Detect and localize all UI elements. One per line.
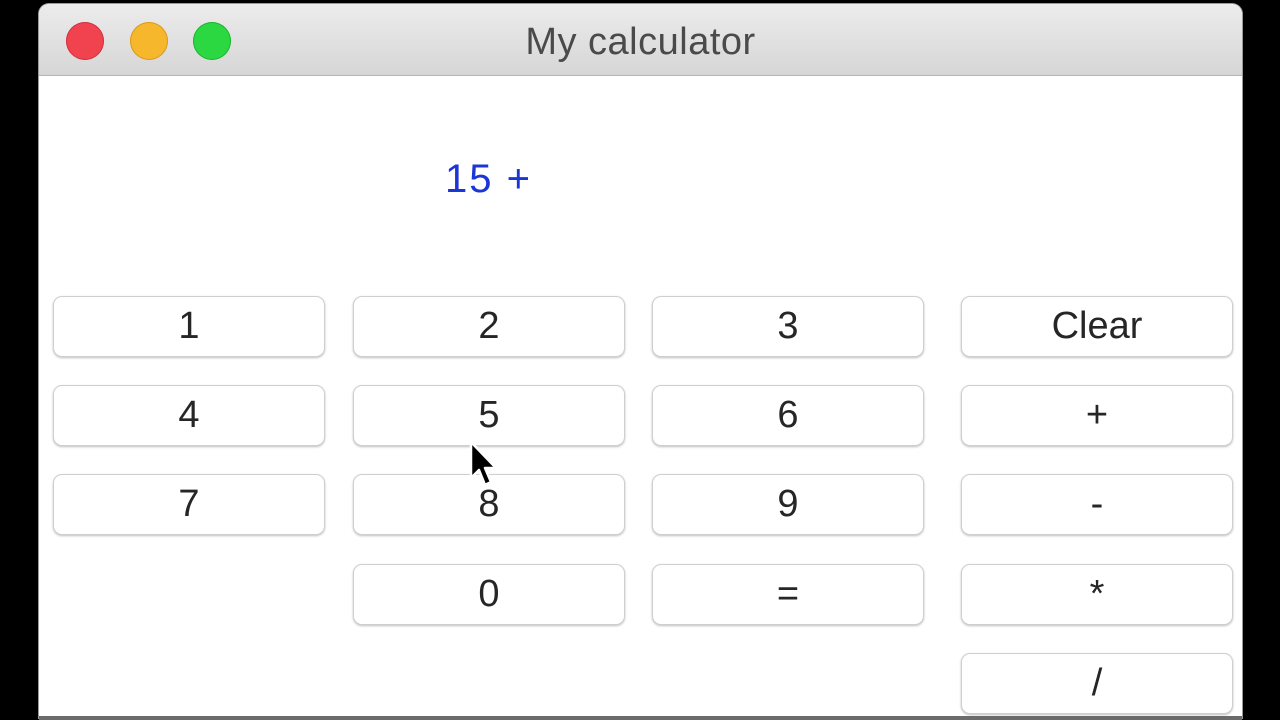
divide-button[interactable]: / <box>961 653 1233 714</box>
equals-button[interactable]: = <box>652 564 924 625</box>
calculator-display: 15 + <box>445 157 532 201</box>
multiply-button[interactable]: * <box>961 564 1233 625</box>
button-6[interactable]: 6 <box>652 385 924 446</box>
button-4[interactable]: 4 <box>53 385 325 446</box>
calculator-window: My calculator 15 + 1 2 3 Clear 4 5 6 + 7… <box>39 4 1242 718</box>
button-1[interactable]: 1 <box>53 296 325 357</box>
button-9[interactable]: 9 <box>652 474 924 535</box>
button-3[interactable]: 3 <box>652 296 924 357</box>
plus-button[interactable]: + <box>961 385 1233 446</box>
button-0[interactable]: 0 <box>353 564 625 625</box>
button-5[interactable]: 5 <box>353 385 625 446</box>
button-7[interactable]: 7 <box>53 474 325 535</box>
title-bar[interactable]: My calculator <box>39 4 1242 76</box>
button-2[interactable]: 2 <box>353 296 625 357</box>
mouse-cursor-icon <box>469 440 498 487</box>
window-title: My calculator <box>525 21 756 63</box>
minus-button[interactable]: - <box>961 474 1233 535</box>
window-bottom-edge <box>39 716 1242 720</box>
clear-button[interactable]: Clear <box>961 296 1233 357</box>
